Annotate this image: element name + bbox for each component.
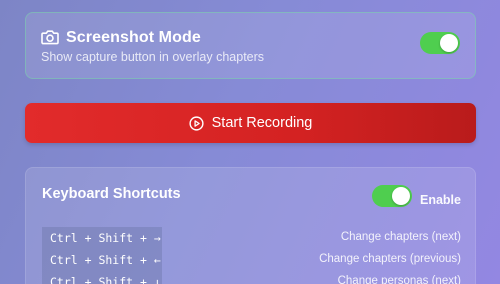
screenshot-mode-card: Screenshot Mode Show capture button in o… <box>25 12 476 79</box>
shortcuts-enable-toggle[interactable] <box>372 185 412 207</box>
shortcut-description: Change chapters (next) <box>340 231 461 243</box>
shortcut-row: Ctrl + Shift + ← Change chapters (previo… <box>42 249 461 271</box>
enable-label: Enable <box>420 193 461 207</box>
start-recording-button[interactable]: Start Recording <box>25 103 476 143</box>
screenshot-mode-title: Screenshot Mode <box>66 29 201 46</box>
camera-icon <box>41 30 59 45</box>
screenshot-mode-toggle[interactable] <box>420 32 460 54</box>
keyboard-shortcuts-card: Keyboard Shortcuts Enable Ctrl + Shift +… <box>25 167 476 284</box>
shortcut-row: Ctrl + Shift + → Change chapters (next) <box>42 227 461 249</box>
start-recording-label: Start Recording <box>211 115 313 131</box>
shortcut-keys: Ctrl + Shift + ← <box>42 249 162 271</box>
screenshot-mode-subtitle: Show capture button in overlay chapters <box>41 50 265 64</box>
shortcut-keys: Ctrl + Shift + ↓ <box>42 271 162 284</box>
toggle-knob <box>440 34 458 52</box>
shortcut-description: Change personas (next) <box>337 275 461 284</box>
shortcut-row: Ctrl + Shift + ↓ Change personas (next) <box>42 271 461 284</box>
play-circle-icon <box>189 115 204 131</box>
shortcut-description: Change chapters (previous) <box>319 253 461 265</box>
toggle-knob <box>392 187 410 205</box>
keyboard-shortcuts-title: Keyboard Shortcuts <box>42 186 181 202</box>
shortcut-keys: Ctrl + Shift + → <box>42 227 162 249</box>
